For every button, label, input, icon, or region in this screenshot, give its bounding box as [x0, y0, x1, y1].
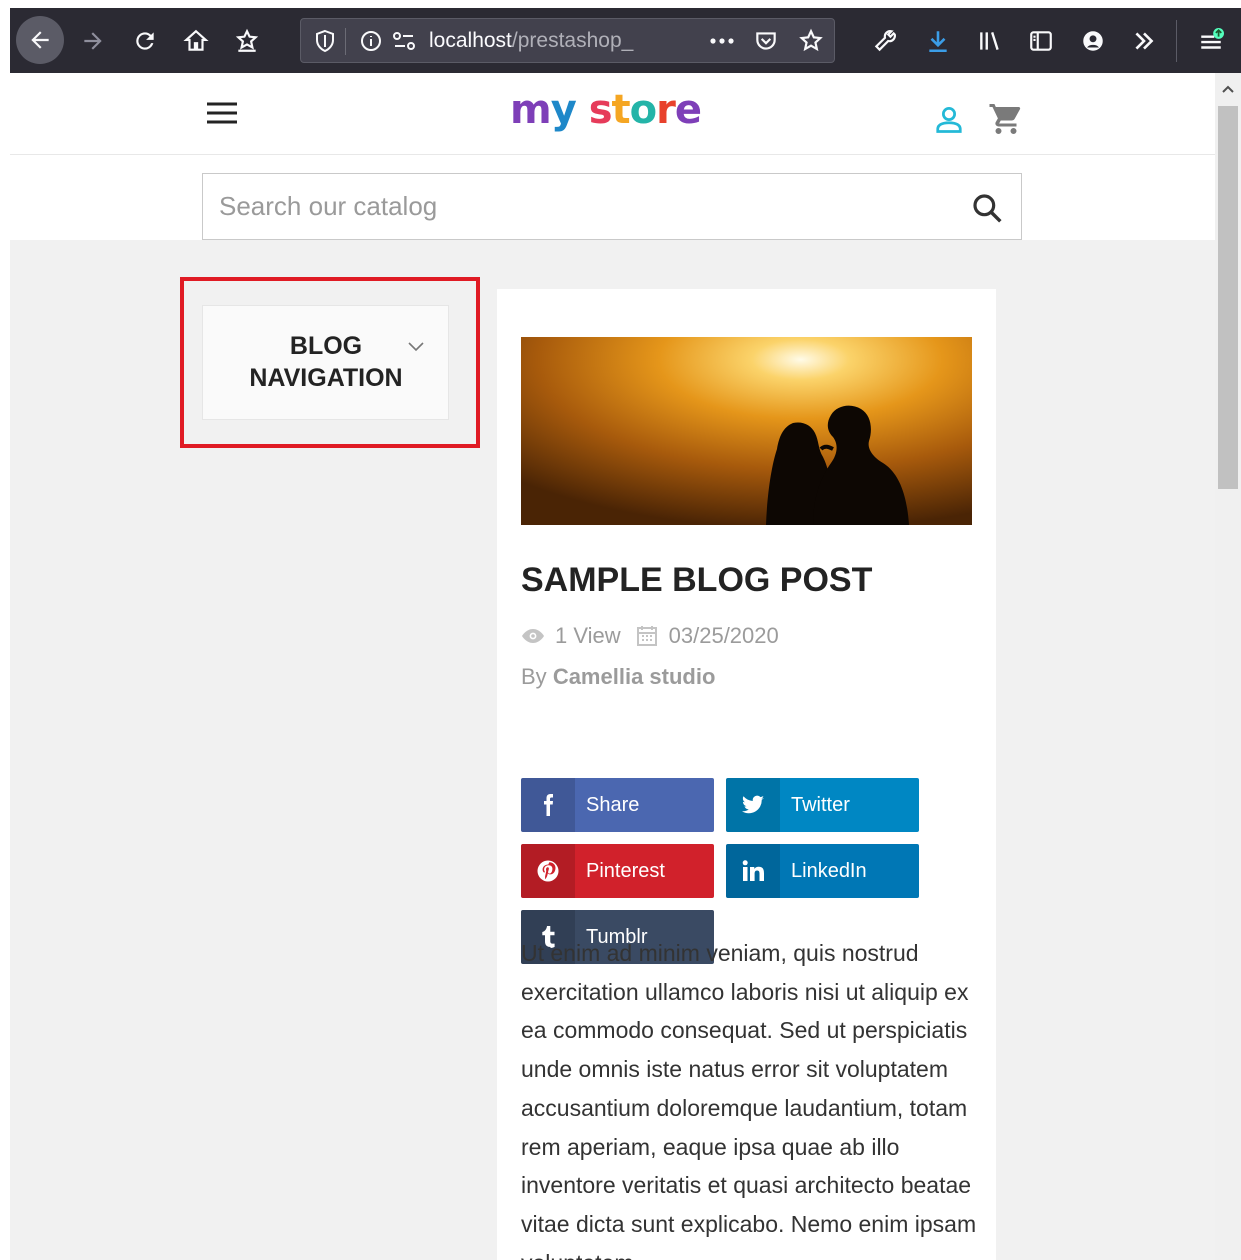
home-icon — [183, 29, 209, 51]
author-name[interactable]: Camellia studio — [553, 664, 716, 689]
star-icon[interactable] — [798, 28, 824, 54]
logo-letter: t — [611, 87, 631, 133]
twitter-share-button[interactable]: Twitter — [726, 778, 919, 832]
home-button[interactable] — [181, 28, 211, 58]
bookmarks-button[interactable] — [232, 28, 262, 58]
share-button-label: Pinterest — [586, 859, 665, 882]
forward-button[interactable] — [78, 28, 108, 58]
browser-toolbar: localhost/prestashop_ — [10, 8, 1241, 73]
library-button[interactable] — [975, 28, 1005, 58]
forward-icon — [84, 32, 102, 50]
header-divider — [10, 154, 1215, 155]
post-author: By Camellia studio — [521, 664, 715, 690]
url-host: localhost — [429, 29, 512, 52]
calendar-icon — [636, 626, 657, 646]
share-button-label: Twitter — [791, 793, 850, 816]
back-icon — [31, 31, 49, 49]
user-account-icon[interactable] — [934, 104, 964, 134]
reload-icon — [136, 32, 154, 50]
library-icon — [980, 31, 999, 51]
sidebar-icon — [1030, 31, 1052, 51]
info-icon[interactable] — [359, 29, 383, 53]
logo-letter: m — [510, 87, 552, 133]
logo-letter: y — [550, 87, 577, 133]
logo-space — [576, 87, 589, 133]
eye-icon — [522, 629, 544, 643]
url-bar[interactable]: localhost/prestashop_ — [300, 18, 835, 63]
site-header: my store — [10, 73, 1215, 240]
wrench-icon — [874, 30, 896, 52]
account-button[interactable] — [1078, 28, 1108, 58]
permissions-icon[interactable] — [391, 29, 417, 53]
chevron-down-icon — [408, 342, 424, 352]
toolbar-divider — [1176, 20, 1177, 62]
blog-navigation-toggle[interactable]: BLOG NAVIGATION — [202, 305, 449, 420]
more-icon[interactable] — [708, 33, 736, 49]
page-viewport: my store BLOG NAVIGATION — [10, 73, 1215, 1260]
shopping-cart-icon[interactable] — [988, 101, 1024, 137]
app-menu-button[interactable] — [1196, 28, 1226, 58]
pocket-icon[interactable] — [753, 28, 779, 54]
share-button-label: LinkedIn — [791, 859, 867, 882]
blog-post-card: SAMPLE BLOG POST 1 View 03/25/2020 By Ca… — [497, 289, 996, 1260]
sidebar-button[interactable] — [1026, 28, 1056, 58]
view-count: 1 View — [555, 623, 621, 648]
overflow-button[interactable] — [1129, 28, 1159, 58]
twitter-icon — [742, 795, 764, 814]
author-prefix: By — [521, 664, 547, 689]
twitter-icon-wrap — [726, 778, 780, 832]
facebook-share-button[interactable]: Share — [521, 778, 714, 832]
pinterest-icon-wrap — [521, 844, 575, 898]
overflow-icon — [1135, 32, 1154, 50]
post-meta: 1 View 03/25/2020 — [521, 623, 779, 649]
browser-window: localhost/prestashop_ my store Search ou… — [10, 8, 1241, 1260]
logo-letter: r — [656, 87, 676, 133]
pinterest-share-button[interactable]: Pinterest — [521, 844, 714, 898]
hamburger-menu-icon[interactable] — [206, 101, 238, 125]
page-scrollbar[interactable] — [1215, 73, 1241, 1260]
url-path: /prestashop_ — [511, 29, 634, 52]
devtools-button[interactable] — [870, 28, 900, 58]
store-logo[interactable]: my store — [510, 87, 702, 133]
logo-letter: o — [629, 87, 658, 133]
pinterest-icon — [537, 860, 559, 882]
shield-icon — [316, 29, 334, 53]
post-date: 03/25/2020 — [668, 623, 779, 648]
post-featured-image[interactable] — [521, 337, 972, 525]
linkedin-share-button[interactable]: LinkedIn — [726, 844, 919, 898]
post-body-text: Ut enim ad minim veniam, quis nostrud ex… — [521, 940, 977, 1260]
facebook-icon-wrap — [521, 778, 575, 832]
scroll-up-arrow-icon[interactable] — [1220, 81, 1236, 97]
search-input[interactable] — [203, 174, 943, 239]
blog-navigation-title: BLOG NAVIGATION — [249, 332, 403, 392]
logo-letter: s — [588, 87, 613, 133]
back-button[interactable] — [16, 16, 64, 64]
sunset-couple-image — [521, 337, 972, 525]
post-title: SAMPLE BLOG POST — [521, 561, 873, 599]
logo-letter: e — [674, 87, 702, 133]
scrollbar-thumb[interactable] — [1218, 106, 1238, 489]
account-icon — [1083, 31, 1103, 51]
bookmark-manager-icon — [235, 28, 259, 52]
linkedin-icon — [742, 860, 764, 881]
downloads-button[interactable] — [923, 28, 953, 58]
download-icon — [929, 31, 947, 53]
search-box — [202, 173, 1022, 240]
url-text[interactable]: localhost/prestashop_ — [429, 29, 633, 53]
search-icon[interactable] — [971, 192, 1003, 224]
linkedin-icon-wrap — [726, 844, 780, 898]
share-button-label: Share — [586, 793, 640, 816]
facebook-icon — [544, 794, 553, 816]
url-separator — [345, 28, 346, 55]
menu-icon — [1201, 28, 1224, 49]
reload-button[interactable] — [130, 28, 160, 58]
